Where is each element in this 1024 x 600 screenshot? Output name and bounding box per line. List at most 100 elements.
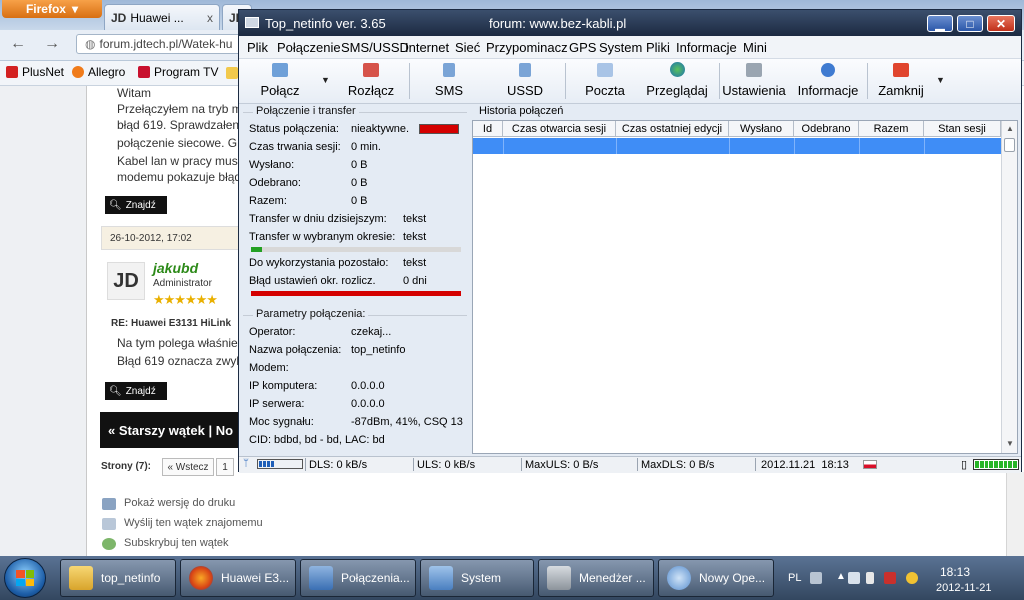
browser-tab-huawei[interactable]: JD Huawei ... x (104, 4, 220, 30)
back-arrow-icon[interactable]: ← (10, 35, 26, 53)
menu-plik[interactable]: Plik (247, 40, 268, 55)
column-header-sent[interactable]: Wysłano (729, 121, 794, 137)
history-scrollbar[interactable]: ▲ ▼ (1001, 121, 1017, 453)
firefox-menu-button[interactable]: Firefox ▾ (2, 0, 102, 18)
menu-przypominacz[interactable]: Przypominacz (486, 40, 568, 55)
network-connect-icon (272, 63, 288, 77)
network-connections-icon (309, 566, 333, 590)
ussd-button[interactable]: USSD (503, 59, 547, 103)
computer-icon (429, 566, 453, 590)
close-button[interactable]: ✕ (987, 15, 1015, 32)
page-number-button[interactable]: 1 (216, 458, 234, 476)
period-transfer-label: Transfer w wybranym okresie: (249, 231, 396, 243)
reply-line: Na tym polega właśnie (117, 336, 238, 350)
post-line: połączenie siecowe. G (117, 136, 238, 150)
column-header-last-edit[interactable]: Czas ostatniej edycji (616, 121, 729, 137)
send-to-friend-link[interactable]: Wyślij ten wątek znajomemu (124, 517, 263, 529)
minimize-button[interactable]: ▁ (927, 15, 953, 32)
close-tab-icon[interactable]: x (207, 11, 213, 25)
print-version-link[interactable]: Pokaż wersję do druku (124, 497, 235, 509)
maximize-button[interactable]: □ (957, 15, 983, 32)
settings-button[interactable]: Ustawienia (721, 59, 787, 103)
scroll-up-arrow-icon[interactable]: ▲ (1006, 124, 1014, 133)
bookmark-allegro[interactable]: Allegro (72, 65, 125, 79)
previous-page-button[interactable]: « Wstecz (162, 458, 214, 476)
reply-line: Błąd 619 oznacza zwyk (117, 354, 239, 368)
post-date: 26-10-2012, 17:02 (110, 232, 192, 244)
find-button[interactable]: 🔍︎ Znajdź (105, 382, 167, 400)
signal-segment (259, 461, 262, 467)
close-dropdown-arrow-icon[interactable]: ▼ (936, 75, 945, 85)
table-row[interactable] (473, 138, 1001, 154)
avatar[interactable]: JD (107, 262, 145, 300)
menu-informacje[interactable]: Informacje (676, 40, 737, 55)
taskbar-item-top-netinfo[interactable]: top_netinfo (60, 559, 176, 597)
browse-button[interactable]: Przeglądaj (645, 59, 709, 103)
volume-icon[interactable] (906, 572, 918, 584)
column-header-received[interactable]: Odebrano (794, 121, 859, 137)
find-button[interactable]: 🔍︎ Znajdź (105, 196, 167, 214)
plusnet-icon (6, 66, 18, 78)
column-header-session-state[interactable]: Stan sesji (924, 121, 1001, 137)
taskbar-item-manager[interactable]: Menedżer ... (538, 559, 654, 597)
taskbar-item-connections[interactable]: Połączenia... (300, 559, 416, 597)
older-thread-bar[interactable]: « Starszy wątek | No (100, 412, 240, 448)
scroll-down-arrow-icon[interactable]: ▼ (1006, 439, 1014, 448)
mail-button[interactable]: Poczta (583, 59, 627, 103)
taskbar-item-firefox[interactable]: Huawei E3... (180, 559, 296, 597)
sms-button[interactable]: SMS (429, 59, 469, 103)
menu-mini[interactable]: Mini (743, 40, 767, 55)
start-button[interactable] (4, 558, 46, 598)
connect-button[interactable]: Połącz (253, 59, 307, 103)
toolbar-separator (719, 63, 720, 99)
language-indicator[interactable]: PL (788, 572, 801, 584)
keyboard-icon[interactable] (810, 572, 822, 584)
column-header-session-open[interactable]: Czas otwarcia sesji (503, 121, 616, 137)
taskbar-item-opera[interactable]: Nowy Ope... (658, 559, 774, 597)
close-app-button[interactable]: Zamknij (877, 59, 925, 103)
battery-tray-icon[interactable] (866, 572, 874, 584)
menu-sms-ussd[interactable]: SMS/USSD (341, 40, 409, 55)
sent-label: Wysłano: (249, 159, 295, 171)
info-button[interactable]: Informacje (795, 59, 861, 103)
menu-polaczenie[interactable]: Połączenie (277, 40, 341, 55)
forward-arrow-icon[interactable]: → (44, 35, 60, 53)
ussd-label: USSD (506, 83, 544, 98)
older-thread-link[interactable]: « Starszy wątek | No (108, 423, 233, 438)
clock-date[interactable]: 2012-11-21 (936, 582, 991, 594)
globe-icon (669, 62, 685, 77)
scroll-thumb[interactable] (1004, 138, 1015, 152)
status-value: nieaktywne. (351, 123, 410, 135)
column-header-total[interactable]: Razem (859, 121, 924, 137)
menu-gps[interactable]: GPS (569, 40, 596, 55)
page-scrollbar[interactable] (1006, 472, 1024, 556)
subscribe-link[interactable]: Subskrybuj ten wątek (124, 537, 229, 549)
history-title: Historia połączeń (479, 105, 564, 117)
download-speed: DLS: 0 kB/s (309, 459, 368, 471)
clock-time[interactable]: 18:13 (940, 565, 970, 579)
signal-segment (263, 461, 266, 467)
connect-dropdown-arrow-icon[interactable]: ▼ (321, 75, 330, 85)
bookmark-program-tv[interactable]: Program TV (138, 65, 218, 79)
action-center-icon[interactable] (884, 572, 896, 584)
minimize-icon: ▁ (935, 16, 945, 31)
taskbar-item-system[interactable]: System (420, 559, 534, 597)
username-link[interactable]: jakubd (153, 260, 198, 276)
bookmark-plusnet[interactable]: PlusNet (6, 65, 64, 79)
menu-system[interactable]: System (599, 40, 642, 55)
network-tray-icon[interactable] (848, 572, 860, 584)
mail-client-icon (667, 566, 691, 590)
settings-label: Ustawienia (722, 83, 786, 98)
column-header-id[interactable]: Id (473, 121, 503, 137)
show-hidden-icons-icon[interactable]: ▲ (836, 571, 846, 582)
window-titlebar[interactable]: Top_netinfo ver. 3.65 forum: www.bez-kab… (239, 10, 1021, 36)
menu-pliki[interactable]: Pliki (646, 40, 670, 55)
url-bar[interactable]: ◍ forum.jdtech.pl/Watek-hu (76, 34, 246, 54)
folder-icon[interactable] (226, 67, 238, 79)
disconnect-button[interactable]: Rozłącz (343, 59, 399, 103)
menu-internet[interactable]: Internet (405, 40, 449, 55)
menu-siec[interactable]: Sieć (455, 40, 480, 55)
battery-segment (979, 461, 984, 468)
status-label: Status połączenia: (249, 123, 339, 135)
parameters-group-title: Parametry połączenia: (253, 308, 369, 320)
